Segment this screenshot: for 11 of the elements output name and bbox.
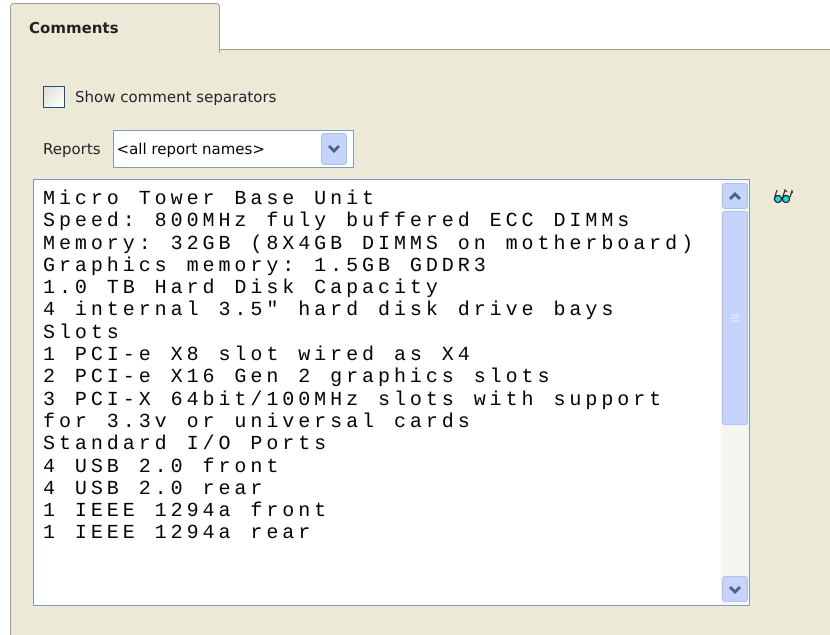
checkbox-label[interactable]: Show comment separators bbox=[75, 88, 276, 106]
comments-tab[interactable]: Comments bbox=[10, 3, 220, 53]
scroll-down-icon[interactable] bbox=[722, 576, 748, 602]
checkbox[interactable] bbox=[43, 86, 65, 108]
reports-label: Reports bbox=[43, 140, 101, 158]
scrollbar[interactable] bbox=[721, 180, 749, 605]
comments-field[interactable]: Micro Tower Base Unit Speed: 800MHz fuly buffered ECC DIMMs Memory: 32GB (8X4GB DIMMS on motherboard) Graphics memory: 1.5GB GDDR3 1.0 TB Hard Disk Capacity 4 internal 3.5" hard disk drive bays Slots 1 PCI-e X8 slot wired as X4 2 PCI-e X16 Gen 2 graphics slots 3 PCI-X 64bit/100MHz slots with support for 3.3v or universal cards Standard I/O Ports 4 USB 2.0 front 4 USB 2.0 rear 1 IEEE 1294a front 1 IEEE 1294a rear bbox=[33, 179, 750, 606]
reports-dropdown[interactable]: <all report names> bbox=[112, 130, 354, 168]
glasses-icon[interactable] bbox=[773, 188, 793, 204]
scroll-thumb[interactable] bbox=[722, 211, 748, 425]
scroll-up-icon[interactable] bbox=[722, 183, 748, 209]
